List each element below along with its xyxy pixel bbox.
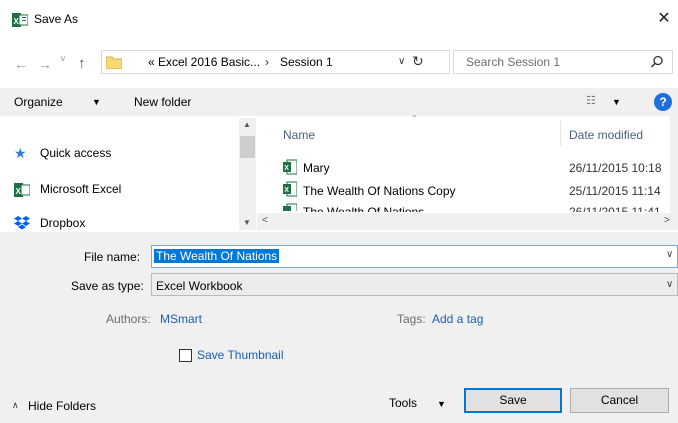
nav-scrollbar[interactable] — [239, 118, 256, 230]
scroll-right-icon[interactable]: > — [664, 215, 670, 226]
nav-item-quick-access[interactable]: Quick access — [40, 146, 111, 160]
save-thumbnail-label[interactable]: Save Thumbnail — [197, 348, 284, 362]
save-thumbnail-checkbox[interactable] — [179, 349, 192, 362]
excel-icon: X — [12, 12, 28, 28]
breadcrumb-separator[interactable]: › — [265, 55, 269, 69]
close-button[interactable]: ✕ — [652, 8, 676, 30]
back-arrow-icon[interactable]: ← — [14, 54, 28, 74]
svg-text:X: X — [14, 17, 20, 26]
scroll-up-icon[interactable]: ▲ — [243, 120, 251, 129]
excel-file-icon: X — [283, 159, 297, 175]
caret-down-icon[interactable]: ▼ — [437, 399, 446, 409]
file-name-value[interactable]: The Wealth Of Nations — [154, 249, 280, 263]
breadcrumb-parent[interactable]: « Excel 2016 Basic... — [148, 55, 260, 69]
title-bar — [0, 0, 678, 38]
file-list-horizontal-scrollbar[interactable] — [257, 213, 678, 230]
cancel-button[interactable]: Cancel — [570, 388, 669, 413]
tags-label: Tags: — [397, 312, 426, 326]
view-options-icon[interactable]: ☷ — [586, 94, 596, 107]
nav-item-microsoft-excel[interactable]: Microsoft Excel — [40, 182, 121, 196]
search-icon[interactable] — [650, 55, 664, 69]
file-name[interactable]: The Wealth Of Nations Copy — [303, 184, 456, 198]
column-header-name[interactable]: Name — [283, 128, 315, 142]
refresh-icon[interactable]: ↻ — [412, 53, 424, 70]
search-placeholder[interactable]: Search Session 1 — [466, 55, 560, 69]
scroll-down-icon[interactable]: ▼ — [243, 218, 251, 227]
nav-scrollbar-thumb[interactable] — [240, 136, 255, 158]
star-icon: ★ — [14, 145, 27, 161]
organize-button[interactable]: Organize — [14, 95, 63, 109]
nav-item-dropbox[interactable]: Dropbox — [40, 216, 85, 230]
file-name[interactable]: Mary — [303, 161, 330, 175]
file-name-label: File name: — [84, 250, 141, 264]
column-divider[interactable] — [560, 120, 561, 146]
hide-folders-label[interactable]: Hide Folders — [28, 399, 96, 413]
save-button[interactable]: Save — [464, 388, 562, 413]
add-tag-link[interactable]: Add a tag — [432, 312, 483, 326]
file-name[interactable]: The Wealth Of Nations — [303, 206, 424, 212]
caret-down-icon[interactable]: ▼ — [92, 97, 101, 107]
svg-text:X: X — [284, 165, 289, 172]
caret-up-icon[interactable]: ∧ — [12, 400, 19, 411]
caret-down-icon[interactable]: ▼ — [612, 97, 621, 107]
folder-icon — [106, 55, 122, 69]
navigation-pane — [0, 116, 256, 232]
authors-value[interactable]: MSmart — [160, 312, 202, 326]
sort-ascending-icon: ⌃ — [411, 114, 418, 123]
help-icon[interactable]: ? — [654, 93, 672, 111]
excel-file-icon — [283, 203, 297, 211]
breadcrumb-current[interactable]: Session 1 — [280, 55, 333, 69]
authors-label: Authors: — [106, 312, 151, 326]
forward-arrow-icon[interactable]: → — [38, 54, 52, 74]
scroll-left-icon[interactable]: < — [262, 215, 268, 226]
dropbox-icon — [14, 216, 30, 230]
file-date: 25/11/2015 11:14 — [569, 184, 661, 198]
window-title: Save As — [34, 12, 79, 26]
file-date: 26/11/2015 11:41 — [569, 206, 661, 212]
file-list-vertical-scrollbar[interactable] — [670, 116, 678, 213]
up-arrow-icon[interactable]: ↑ — [78, 54, 86, 74]
new-folder-button[interactable]: New folder — [134, 95, 191, 109]
file-date: 26/11/2015 10:18 — [569, 161, 662, 175]
svg-text:X: X — [284, 187, 289, 194]
chevron-down-icon[interactable]: ∨ — [398, 56, 405, 67]
excel-icon: X — [14, 182, 30, 198]
chevron-down-icon[interactable]: ∨ — [666, 249, 673, 260]
excel-file-icon: X — [283, 181, 297, 197]
save-as-type-value[interactable]: Excel Workbook — [156, 279, 242, 293]
column-header-date-modified[interactable]: Date modified — [569, 128, 643, 142]
tools-button[interactable]: Tools — [389, 396, 417, 410]
recent-locations-chevron-icon[interactable]: ˅ — [60, 54, 66, 65]
chevron-down-icon[interactable]: ∨ — [666, 279, 673, 290]
svg-text:X: X — [16, 187, 22, 196]
command-bar — [0, 88, 678, 116]
save-as-type-label: Save as type: — [71, 279, 144, 293]
